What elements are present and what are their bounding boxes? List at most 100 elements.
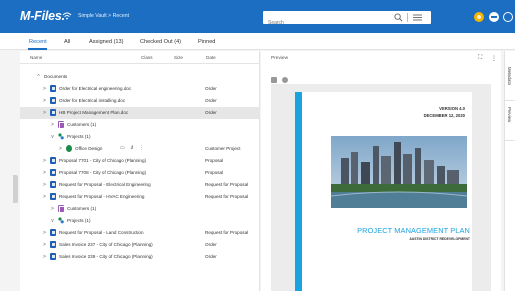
list-item[interactable]: > Sales Invoice 237 - City of Chicago (P… [20, 239, 260, 251]
filter-icon[interactable] [413, 14, 422, 21]
create-new-icon[interactable] [489, 12, 499, 22]
list-item[interactable]: v Projects (1) [20, 215, 260, 227]
column-size[interactable]: Size [174, 55, 183, 60]
search-icon[interactable] [394, 13, 403, 22]
link-icon[interactable]: ∂ [131, 145, 133, 151]
project-icon [66, 145, 72, 152]
tab-metadata[interactable]: Metadata [505, 61, 515, 101]
list-item-class: Order [205, 98, 217, 103]
list-item-name: Documents [44, 74, 68, 79]
user-menu-icon[interactable] [503, 12, 513, 22]
document-title: PROJECT MANAGEMENT PLAN [357, 226, 470, 235]
sidebar-toggle-icon[interactable] [271, 77, 277, 83]
column-class[interactable]: Class [141, 55, 153, 60]
list-item[interactable]: > Request for Proposal - HVAC Engineerin… [20, 191, 260, 203]
list-item-name: Proposal 7708 - City of Chicago (Plannin… [59, 170, 147, 175]
tab-recent[interactable]: Recent [29, 39, 47, 45]
list-item-class: Order [205, 110, 217, 115]
list-item-name: Order for Electrical engineering.doc [59, 86, 132, 91]
expand-icon[interactable]: ⛶ [478, 55, 482, 62]
tab-checked-out[interactable]: Checked Out (4) [140, 39, 181, 45]
comment-icon[interactable]: ▭ [120, 145, 125, 151]
projects-group-icon [58, 217, 64, 224]
list-item-name: Request for Proposal - Land Construction [59, 230, 144, 235]
column-name[interactable]: Name [30, 55, 42, 60]
list-item-name: Customers (1) [67, 206, 97, 211]
expand-icon[interactable]: > [58, 146, 63, 152]
list-item[interactable]: > Sales Invoice 239 - City of Chicago (P… [20, 251, 260, 263]
list-item[interactable]: > Order for Electrical engineering.doc O… [20, 83, 260, 95]
customers-group-icon [58, 121, 65, 129]
more-icon[interactable]: ⋮ [139, 145, 144, 151]
vault-wifi-icon [62, 12, 72, 20]
list-item[interactable]: > Proposal 7708 - City of Chicago (Plann… [20, 167, 260, 179]
list-item[interactable]: > Office Design ▭ ∂ ⋮ Customer Project [20, 143, 260, 155]
list-group-header[interactable]: ^ Documents [20, 71, 260, 83]
tab-preview-side[interactable]: Preview [505, 101, 515, 141]
vault-breadcrumb[interactable]: Simple Vault > Recent [78, 13, 129, 19]
list-item-class: Request for Proposal [205, 230, 249, 235]
collapse-icon[interactable]: ^ [36, 74, 41, 80]
app-header: M-Files. Simple Vault > Recent [0, 0, 515, 33]
projects-group-icon [58, 133, 64, 140]
list-item-name: Projects (1) [67, 134, 91, 139]
list-item-class: Proposal [205, 158, 224, 163]
settings-icon[interactable] [282, 77, 288, 83]
list-item[interactable]: > Request for Proposal - Land Constructi… [20, 227, 260, 239]
expand-icon[interactable]: > [42, 254, 47, 260]
list-item[interactable]: > Customers (1) [20, 119, 260, 131]
more-icon[interactable]: ⋮ [491, 55, 497, 62]
document-viewer[interactable]: VERSION 4.0 DECEMBER 12, 2020 PROJECT MA… [271, 84, 491, 291]
expand-icon[interactable]: > [42, 86, 47, 92]
word-document-icon [50, 85, 56, 92]
document-page: VERSION 4.0 DECEMBER 12, 2020 PROJECT MA… [295, 92, 472, 291]
collapse-icon[interactable]: v [50, 218, 55, 224]
pdf-document-icon [50, 241, 56, 248]
list-item-class: Request for Proposal [205, 194, 249, 199]
preview-panel: Preview ⛶ ⋮ VERSION 4.0 DECEMBER 12, 202… [261, 51, 501, 291]
list-item[interactable]: v Projects (1) [20, 131, 260, 143]
list-item[interactable]: > Proposal 7701 - City of Chicago (Plann… [20, 155, 260, 167]
expand-icon[interactable]: > [42, 158, 47, 164]
expand-icon[interactable]: > [42, 230, 47, 236]
list-item[interactable]: > Customers (1) [20, 203, 260, 215]
expand-icon[interactable]: > [42, 170, 47, 176]
list-item-name: Proposal 7701 - City of Chicago (Plannin… [59, 158, 147, 163]
tab-pinned[interactable]: Pinned [198, 39, 215, 45]
notifications-icon[interactable] [474, 12, 484, 22]
left-pane-toggle[interactable] [13, 175, 18, 203]
expand-icon[interactable]: > [50, 206, 55, 212]
expand-icon[interactable]: > [42, 194, 47, 200]
expand-icon[interactable]: > [42, 110, 47, 116]
tab-all[interactable]: All [64, 39, 70, 45]
search-divider [407, 13, 408, 22]
list-item[interactable]: > Order for Electrical installing.doc Or… [20, 95, 260, 107]
mfiles-logo[interactable]: M-Files. [20, 9, 65, 23]
expand-icon[interactable]: > [42, 242, 47, 248]
row-actions: ▭ ∂ ⋮ [120, 145, 150, 151]
tab-assigned[interactable]: Assigned (13) [89, 39, 124, 45]
word-document-icon [50, 181, 56, 188]
list-item[interactable]: > Request for Proposal - Electrical Engi… [20, 179, 260, 191]
expand-icon[interactable]: > [50, 122, 55, 128]
side-tabs: Metadata Preview [504, 51, 515, 291]
city-skyline-image [331, 136, 467, 208]
list-item-class: Order [205, 86, 217, 91]
list-item-class: Request for Proposal [205, 182, 249, 187]
word-document-icon [50, 157, 56, 164]
search-input[interactable] [263, 16, 383, 30]
list-item-class: Order [205, 254, 217, 259]
expand-icon[interactable]: > [42, 98, 47, 104]
word-document-icon [50, 229, 56, 236]
document-version: VERSION 4.0 [439, 106, 465, 111]
object-list-panel: Name Class Size Date ^ Documents > Order… [20, 51, 280, 291]
preview-title: Preview [271, 56, 289, 61]
expand-icon[interactable]: > [42, 182, 47, 188]
word-document-icon [50, 97, 56, 104]
word-document-icon [50, 109, 56, 116]
collapse-icon[interactable]: v [50, 134, 55, 140]
word-document-icon [50, 193, 56, 200]
list-item-name: Request for Proposal - Electrical Engine… [59, 182, 151, 187]
column-date[interactable]: Date [206, 55, 216, 60]
list-item-selected[interactable]: > HB Project Management Plan.doc Order [20, 107, 260, 119]
